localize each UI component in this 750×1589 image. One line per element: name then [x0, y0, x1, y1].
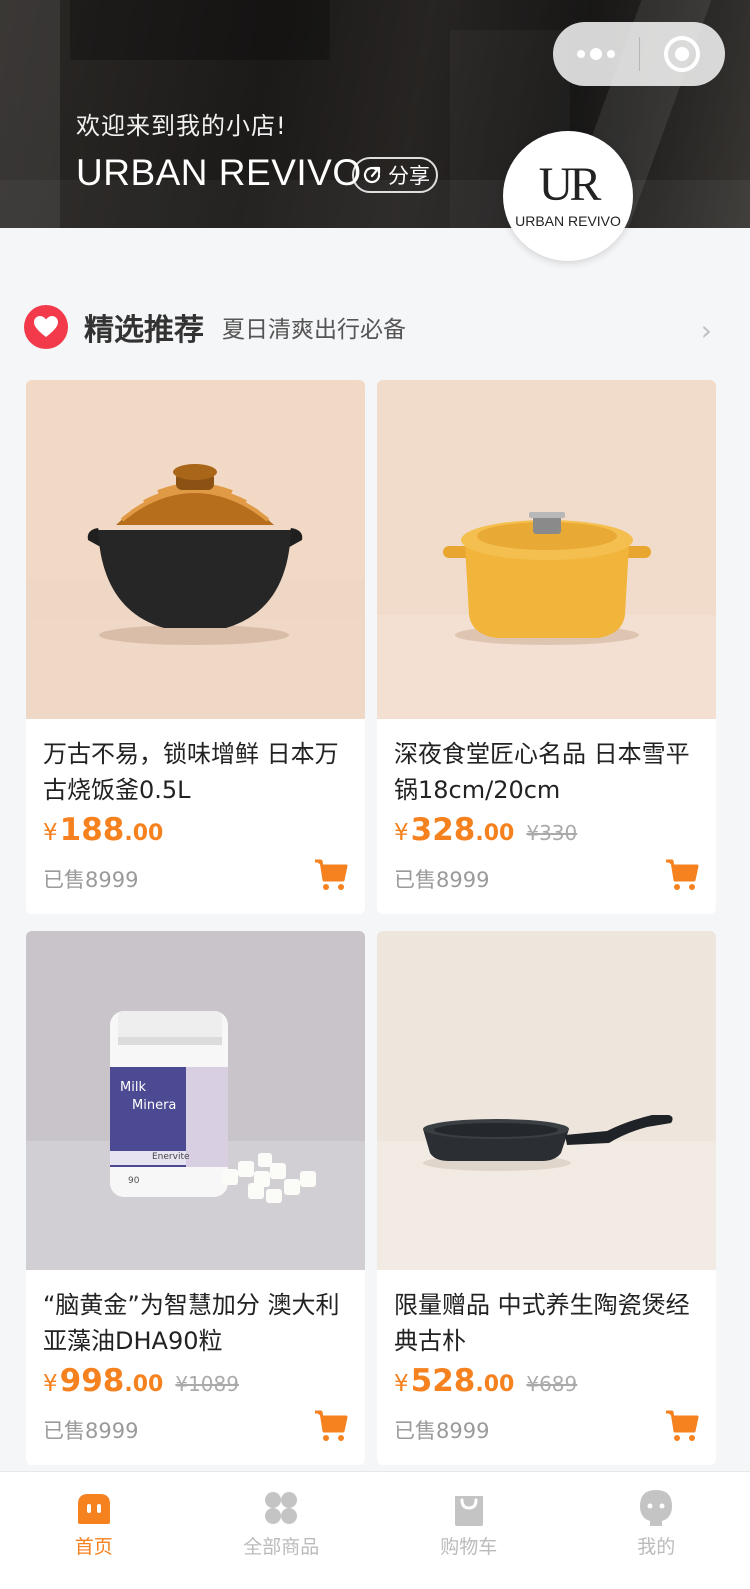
- more-button[interactable]: [553, 22, 639, 86]
- user-icon: [640, 1490, 673, 1526]
- section-title: 精选推荐: [84, 313, 204, 348]
- original-price: ¥689: [526, 1372, 578, 1396]
- product-card[interactable]: Milk Minera Enervite 90 “脑黄金”为智慧加分 澳大利亚藻…: [26, 931, 365, 1465]
- product-image: Milk Minera Enervite 90: [26, 931, 365, 1270]
- close-miniprogram-button[interactable]: [640, 22, 726, 86]
- product-card[interactable]: 深夜食堂匠心名品 日本雪平锅18cm/20cm ¥ 328 .00 ¥330 已…: [377, 380, 716, 914]
- product-name: 深夜食堂匠心名品 日本雪平锅18cm/20cm: [394, 740, 690, 804]
- product-image: [377, 931, 716, 1270]
- grid-icon: [265, 1492, 298, 1524]
- sold-count: 已售8999: [43, 868, 139, 892]
- store-name: URBAN REVIVO: [76, 152, 362, 193]
- share-icon: [363, 166, 381, 184]
- bottle-label-minera: Minera: [132, 1098, 176, 1113]
- product-price: ¥ 188 .00: [43, 812, 164, 848]
- close-target-icon: [664, 36, 701, 72]
- tab-all-products[interactable]: 全部商品: [188, 1472, 376, 1589]
- add-to-cart-icon[interactable]: [313, 856, 349, 892]
- share-button[interactable]: 分享: [352, 157, 438, 193]
- add-to-cart-icon[interactable]: [313, 1407, 349, 1443]
- welcome-text: 欢迎来到我的小店!: [76, 112, 287, 140]
- bottle-count-label: 90: [128, 1176, 140, 1186]
- product-name: 万古不易，锁味增鲜 日本万古烧饭釜0.5L: [43, 740, 339, 804]
- heart-icon: [24, 305, 68, 349]
- bottom-tab-bar: 首页 全部商品 购物车 我的: [0, 1471, 750, 1589]
- home-icon: [77, 1494, 110, 1524]
- original-price: ¥1089: [175, 1372, 239, 1396]
- product-name: “脑黄金”为智慧加分 澳大利亚藻油DHA90粒: [43, 1291, 340, 1355]
- logo-mark: UR: [538, 158, 602, 211]
- product-card[interactable]: 万古不易，锁味增鲜 日本万古烧饭釜0.5L ¥ 188 .00 已售8999: [26, 380, 365, 914]
- product-price: ¥ 998 .00 ¥1089: [43, 1363, 239, 1399]
- bottle-label-brand: Enervite: [152, 1152, 190, 1162]
- featured-section-header[interactable]: 精选推荐 夏日清爽出行必备 ›: [24, 304, 724, 350]
- chevron-right-icon: ›: [700, 314, 712, 347]
- section-subtitle: 夏日清爽出行必备: [222, 317, 406, 343]
- tab-cart[interactable]: 购物车: [375, 1472, 563, 1589]
- more-dots-icon: [576, 48, 615, 60]
- logo-text: URBAN REVIVO: [515, 213, 621, 229]
- product-image: [377, 380, 716, 719]
- miniprogram-capsule: [553, 22, 725, 86]
- sold-count: 已售8999: [394, 868, 490, 892]
- add-to-cart-icon[interactable]: [664, 856, 700, 892]
- store-logo[interactable]: UR URBAN REVIVO: [503, 131, 633, 261]
- product-price: ¥ 328 .00 ¥330: [394, 812, 578, 848]
- product-image: [26, 380, 365, 719]
- bottle-label-milk: Milk: [120, 1080, 146, 1095]
- add-to-cart-icon[interactable]: [664, 1407, 700, 1443]
- product-price: ¥ 528 .00 ¥689: [394, 1363, 578, 1399]
- product-card[interactable]: 限量赠品 中式养生陶瓷煲经典古朴 ¥ 528 .00 ¥689 已售8999: [377, 931, 716, 1465]
- sold-count: 已售8999: [43, 1419, 139, 1443]
- original-price: ¥330: [526, 821, 578, 845]
- bag-icon: [454, 1496, 483, 1526]
- share-label: 分享: [388, 164, 430, 188]
- sold-count: 已售8999: [394, 1419, 490, 1443]
- tab-me[interactable]: 我的: [563, 1472, 750, 1589]
- product-name: 限量赠品 中式养生陶瓷煲经典古朴: [394, 1291, 690, 1355]
- tab-home[interactable]: 首页: [0, 1472, 188, 1589]
